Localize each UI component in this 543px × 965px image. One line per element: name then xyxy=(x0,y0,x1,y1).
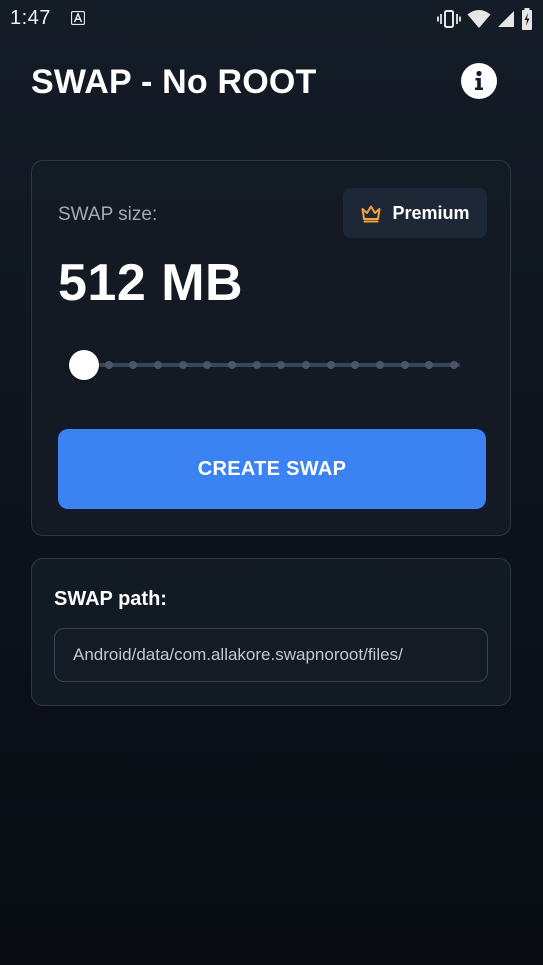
slider-tick xyxy=(154,361,162,369)
slider-tick xyxy=(400,361,409,369)
crown-icon xyxy=(361,205,381,223)
slider-tick xyxy=(351,361,360,369)
swap-size-value: 512 MB xyxy=(58,254,244,312)
swap-size-slider[interactable] xyxy=(69,350,466,380)
app-title: SWAP - No ROOT xyxy=(31,63,317,101)
slider-tick xyxy=(178,361,187,369)
slider-tick xyxy=(129,361,138,369)
slider-tick xyxy=(425,361,434,369)
slider-tick xyxy=(277,361,286,369)
slider-thumb[interactable] xyxy=(69,350,99,380)
vibrate-icon xyxy=(437,10,461,28)
slider-tick xyxy=(302,361,310,369)
premium-button[interactable]: Premium xyxy=(343,188,487,238)
slider-tick xyxy=(104,361,113,369)
slider-tick xyxy=(376,361,384,369)
info-icon xyxy=(475,70,483,90)
slider-tick xyxy=(450,361,458,369)
slider-tick xyxy=(252,361,261,369)
slider-tick xyxy=(326,361,335,369)
info-button[interactable] xyxy=(461,63,497,99)
swap-size-label: SWAP size: xyxy=(58,204,158,225)
swap-path-field[interactable]: Android/data/com.allakore.swapnoroot/fil… xyxy=(54,628,488,682)
slider-tick xyxy=(228,361,236,369)
slider-tick xyxy=(203,361,212,369)
status-bar: 1:47 xyxy=(0,0,543,38)
status-time: 1:47 xyxy=(10,7,51,29)
signal-icon xyxy=(498,11,514,27)
accessibility-a-icon xyxy=(71,11,85,25)
battery-charging-icon xyxy=(522,8,532,30)
swap-path-card: SWAP path: Android/data/com.allakore.swa… xyxy=(31,558,511,706)
swap-size-card: SWAP size: Premium 512 MB CREATE SWAP xyxy=(31,160,511,536)
create-swap-button[interactable]: CREATE SWAP xyxy=(58,429,486,509)
status-icons xyxy=(437,8,533,30)
wifi-icon xyxy=(467,10,491,28)
swap-path-label: SWAP path: xyxy=(54,588,167,610)
premium-label: Premium xyxy=(392,202,470,223)
